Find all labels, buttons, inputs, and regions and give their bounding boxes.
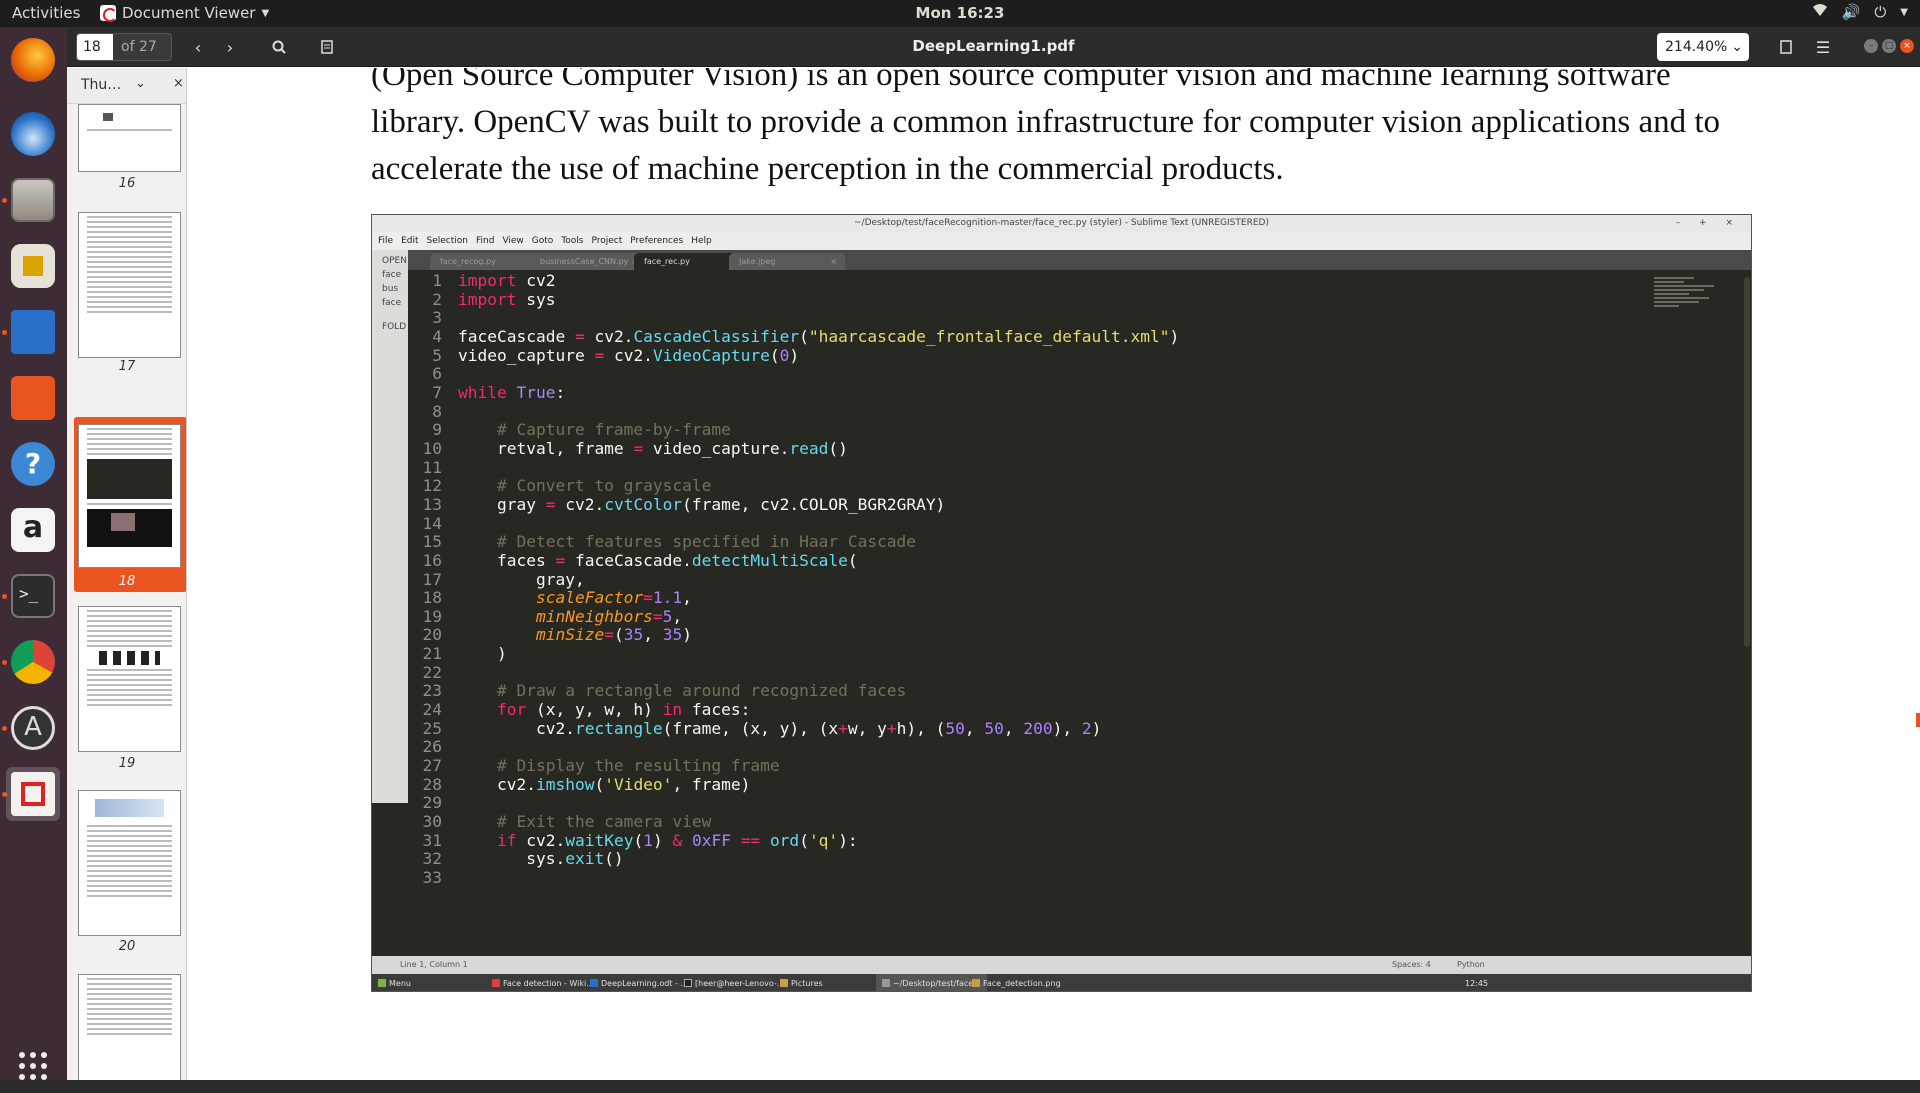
code-listing: import cv2 import sys faceCascade = cv2.…	[458, 271, 1180, 869]
page-thumbnail-18[interactable]	[78, 424, 181, 568]
zoom-selector[interactable]: 214.40% ⌄	[1657, 33, 1749, 61]
thumbnail-number: 17	[118, 359, 136, 374]
editor-scrollbar	[1744, 277, 1750, 647]
minimize-button[interactable]: –	[1864, 39, 1878, 53]
maximize-button[interactable]: □	[1882, 39, 1896, 53]
dock-firefox[interactable]	[6, 33, 60, 87]
page-thumbnail-19[interactable]	[78, 606, 181, 752]
help-icon: ?	[11, 442, 55, 486]
dock-chrome[interactable]	[6, 635, 60, 689]
menu-button[interactable]: ☰	[1807, 33, 1839, 61]
clock[interactable]: Mon 16:23	[0, 4, 1920, 22]
dock-writer[interactable]	[6, 305, 60, 359]
hamburger-icon: ☰	[1815, 37, 1831, 57]
thumbnail-sidebar: Thu… ⌄ × 16 17 18 19 20	[67, 68, 187, 1080]
close-icon[interactable]: ×	[173, 76, 184, 91]
launcher-dock: ? a >_ A	[0, 27, 67, 1080]
document-viewer-window: of 27 ‹ › DeepLearning1.pdf 214.40% ⌄ ☰ …	[67, 27, 1920, 1080]
thumbnail-number: 19	[118, 756, 136, 771]
editor-minimap	[1654, 275, 1736, 325]
window-controls: – □ ×	[1864, 39, 1914, 53]
chrome-icon	[11, 640, 55, 684]
dock-thunderbird[interactable]	[6, 107, 60, 161]
chevron-down-icon: ⌄	[1731, 39, 1743, 55]
editor-sidebar: OPEN face bus face FOLD	[372, 250, 408, 803]
zoom-level: 214.40%	[1665, 39, 1728, 55]
thumbnail-number: 16	[118, 176, 136, 191]
editor-menu-bar: File Edit Selection Find View Goto Tools Projec…	[372, 232, 1751, 250]
document-icon	[1780, 40, 1792, 54]
app-grid-icon	[19, 1052, 47, 1080]
close-window-button[interactable]: ×	[1900, 39, 1914, 53]
page-thumbnail-21[interactable]	[78, 974, 181, 1080]
thunderbird-icon	[11, 112, 55, 156]
page-thumbnail-17[interactable]	[78, 212, 181, 358]
dock-software[interactable]	[6, 371, 60, 425]
chevron-down-icon[interactable]: ⌄	[135, 76, 146, 91]
firefox-icon	[11, 38, 55, 82]
dock-show-apps[interactable]	[6, 1039, 60, 1093]
code-screenshot-figure: ~/Desktop/test/faceRecognition-master/fa…	[371, 214, 1752, 992]
editor-tab: businessCase_CNN.py×	[530, 253, 646, 270]
editor-tab: Jake.jpeg ×	[729, 253, 845, 270]
document-page-area[interactable]: (Open Source Computer Vision) is an open…	[188, 68, 1920, 1080]
top-bar: Activities Document Viewer ▼ Mon 16:23 🔊…	[0, 0, 1920, 27]
body-paragraph: (Open Source Computer Vision) is an open…	[371, 68, 1721, 187]
terminal-icon: >_	[11, 574, 55, 618]
editor-tab: face_recog.py×	[430, 253, 546, 270]
wifi-icon[interactable]	[1812, 3, 1828, 21]
software-center-icon	[11, 376, 55, 420]
figure-taskbar: Menu Face detection - Wiki... DeepLearni…	[372, 974, 1751, 991]
amazon-icon: a	[11, 508, 55, 552]
thumbnail-number: 20	[118, 939, 136, 954]
dock-terminal[interactable]: >_	[6, 569, 60, 623]
dock-help[interactable]: ?	[6, 437, 60, 491]
page-thumbnail-20[interactable]	[78, 790, 181, 936]
volume-icon[interactable]: 🔊	[1842, 3, 1861, 21]
scroll-position-marker[interactable]	[1916, 713, 1920, 727]
dock-rhythmbox[interactable]	[6, 239, 60, 293]
editor-status-bar: Line 1, Column 1 Spaces: 4 Python	[372, 956, 1751, 974]
chevron-down-icon[interactable]: ▼	[1900, 7, 1908, 18]
sidebar-mode-label[interactable]: Thu…	[81, 77, 121, 93]
files-icon	[11, 178, 55, 222]
rhythmbox-icon	[11, 244, 55, 288]
line-numbers: 1 2 3 4 5 6 7 8 9 10 11 12 13 14 15 16 17 18 19 20 21 22 23 24 2…	[422, 271, 443, 887]
header-bar: of 27 ‹ › DeepLearning1.pdf 214.40% ⌄ ☰ …	[67, 27, 1920, 67]
writer-icon	[11, 310, 55, 354]
page-thumbnail-16[interactable]	[78, 104, 181, 172]
system-tray[interactable]: 🔊 ⏻ ▼	[1812, 3, 1908, 21]
document-viewer-icon	[11, 772, 55, 816]
dock-files[interactable]	[6, 173, 60, 227]
dock-document-viewer[interactable]	[6, 767, 60, 821]
dock-amazon[interactable]: a	[6, 503, 60, 557]
dock-updater[interactable]: A	[6, 701, 60, 755]
power-icon[interactable]: ⏻	[1874, 3, 1886, 21]
editor-tab-bar: face_recog.py× businessCase_CNN.py× face…	[372, 250, 1751, 270]
sidebar-header: Thu… ⌄ ×	[67, 68, 186, 104]
software-updater-icon: A	[11, 706, 55, 750]
editor-window-title: ~/Desktop/test/faceRecognition-master/fa…	[372, 215, 1751, 232]
send-to-button[interactable]	[1770, 33, 1802, 61]
thumbnail-number: 18	[118, 574, 136, 589]
document-title: DeepLearning1.pdf	[912, 37, 1075, 55]
